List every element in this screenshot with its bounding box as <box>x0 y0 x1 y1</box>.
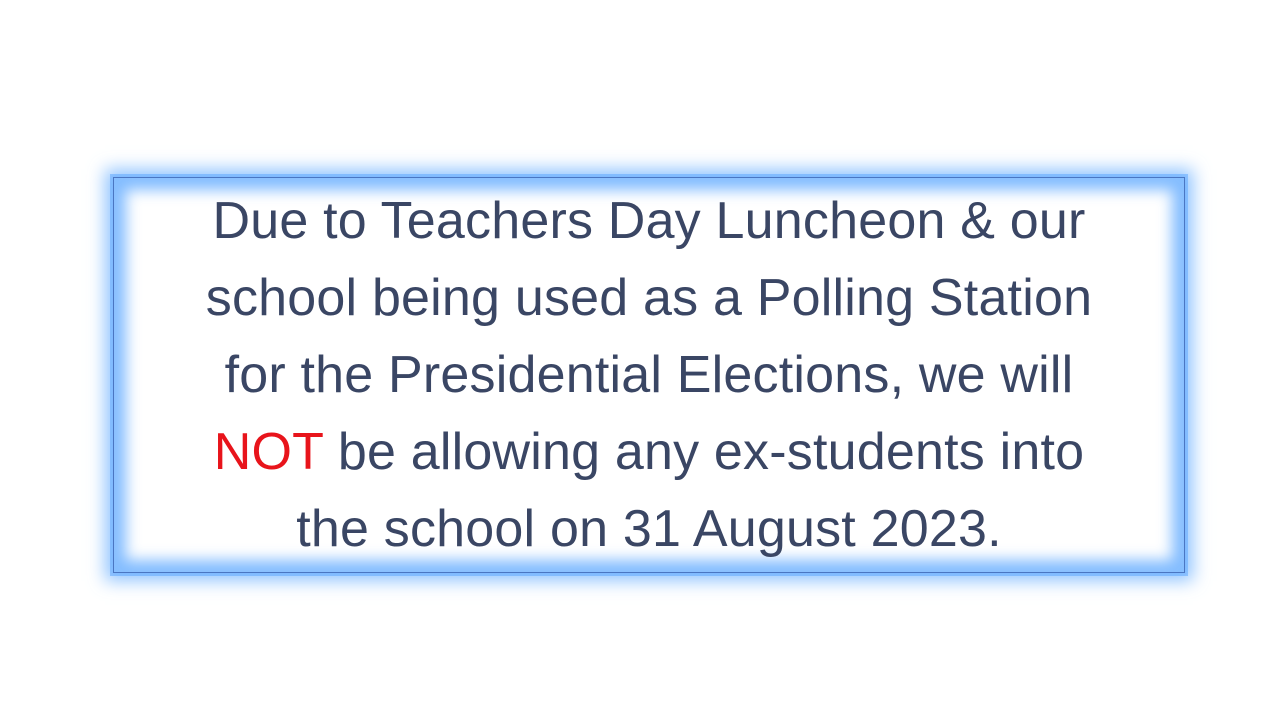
notice-line-1: Due to Teachers Day Luncheon & our <box>212 191 1086 250</box>
notice-box: Due to Teachers Day Luncheon & our schoo… <box>113 177 1185 573</box>
notice-line-3: for the Presidential Elections, we will <box>224 345 1074 404</box>
notice-line-4-rest: be allowing any ex-students into <box>323 422 1085 481</box>
notice-line-4: NOT be allowing any ex-students into <box>206 414 1092 491</box>
notice-text: Due to Teachers Day Luncheon & our schoo… <box>178 183 1120 568</box>
notice-line-5: the school on 31 August 2023. <box>296 499 1002 558</box>
notice-line-2: school being used as a Polling Station <box>205 268 1093 327</box>
not-emphasis: NOT <box>213 422 324 481</box>
slide: Due to Teachers Day Luncheon & our schoo… <box>0 0 1280 720</box>
